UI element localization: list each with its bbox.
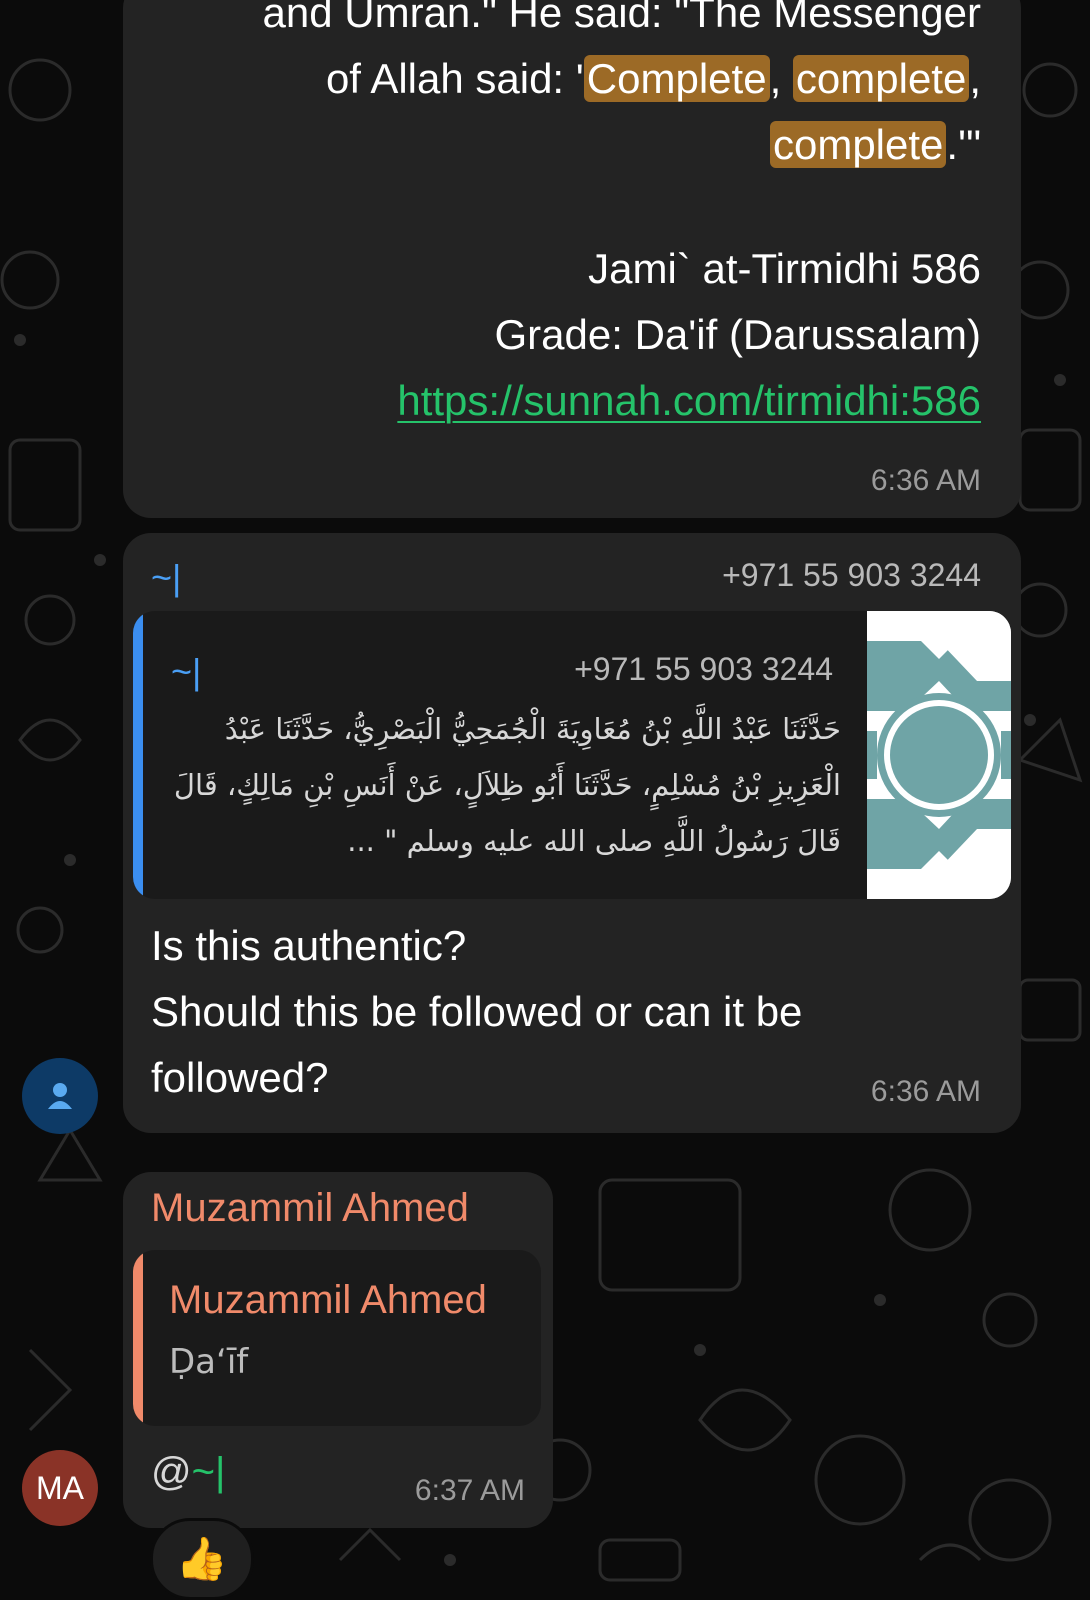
mention[interactable]: @~| xyxy=(151,1450,225,1495)
hadith-line: and Umran." He said: "The Messenger xyxy=(263,0,981,46)
sender-name[interactable]: Muzammil Ahmed xyxy=(151,1186,469,1231)
message-timestamp: 6:36 AM xyxy=(870,1075,981,1108)
quoted-message[interactable]: Muzammil Ahmed Ḍaʻīf xyxy=(133,1250,541,1426)
hadith-text-segment: , xyxy=(769,55,793,102)
hadith-text: and Umran." He said: "The Messenger of Al… xyxy=(263,0,981,178)
message-bubble-hadith[interactable]: and Umran." He said: "The Messenger of Al… xyxy=(123,0,1021,518)
quote-accent-bar xyxy=(133,1250,143,1426)
quoted-message[interactable]: ~| +971 55 903 3244 حَدَّثَنَا عَبْدُ ال… xyxy=(133,611,1011,899)
quoted-arabic-text: حَدَّثَنَا عَبْدُ اللَّهِ بْنُ مُعَاوِيَ… xyxy=(173,712,841,858)
search-highlight: Complete xyxy=(583,55,770,102)
link-preview-thumbnail[interactable] xyxy=(867,611,1011,899)
quoted-sender-name: ~| xyxy=(171,651,202,692)
hadith-text-segment: .'" xyxy=(946,121,981,168)
hadith-line: complete.'" xyxy=(263,112,981,178)
message-timestamp: 6:36 AM xyxy=(870,464,981,497)
mention-at-symbol: @ xyxy=(151,1450,192,1494)
hadith-line: of Allah said: 'Complete, complete, xyxy=(263,46,981,112)
sender-phone[interactable]: +971 55 903 3244 xyxy=(722,557,981,594)
thumbs-up-icon: 👍 xyxy=(175,1534,229,1582)
question-line-3: followed? xyxy=(151,1054,329,1101)
sender-avatar[interactable]: MA xyxy=(22,1450,98,1526)
hadith-text-segment: and Umran." He said: "The Messenger xyxy=(262,0,981,36)
grade-label: Grade: Da'if (Darussalam) xyxy=(494,311,982,358)
question-line-1: Is this authentic? xyxy=(151,922,467,969)
search-highlight: complete xyxy=(769,121,947,168)
sender-name[interactable]: ~| xyxy=(151,557,181,599)
reaction-badge[interactable]: 👍 xyxy=(150,1518,254,1600)
hadith-reference: Jami` at-Tirmidhi 586 Grade: Da'if (Daru… xyxy=(397,236,981,434)
hadith-text-segment: , xyxy=(969,55,981,102)
quoted-text: Ḍaʻīf xyxy=(169,1342,249,1382)
mention-name[interactable]: ~| xyxy=(192,1450,226,1494)
person-icon xyxy=(48,1083,72,1109)
search-highlight: complete xyxy=(792,55,970,102)
sunnah-link[interactable]: https://sunnah.com/tirmidhi:586 xyxy=(397,377,981,424)
message-bubble-reply[interactable]: Muzammil Ahmed Muzammil Ahmed Ḍaʻīf @~| … xyxy=(123,1172,553,1528)
message-timestamp: 6:37 AM xyxy=(414,1474,525,1507)
reference-label: Jami` at-Tirmidhi 586 xyxy=(588,245,981,292)
quoted-sender-name: Muzammil Ahmed xyxy=(169,1278,487,1322)
question-line-2: Should this be followed or can it be xyxy=(151,988,803,1035)
quote-accent-bar xyxy=(133,611,143,899)
question-text: Is this authentic? Should this be follow… xyxy=(151,913,802,1111)
message-bubble-question[interactable]: ~| +971 55 903 3244 ~| +971 55 903 3244 … xyxy=(123,533,1021,1133)
hadith-text-segment: of Allah said: ' xyxy=(325,55,584,102)
contact-avatar[interactable] xyxy=(22,1058,98,1134)
quoted-sender-phone: +971 55 903 3244 xyxy=(574,651,833,687)
